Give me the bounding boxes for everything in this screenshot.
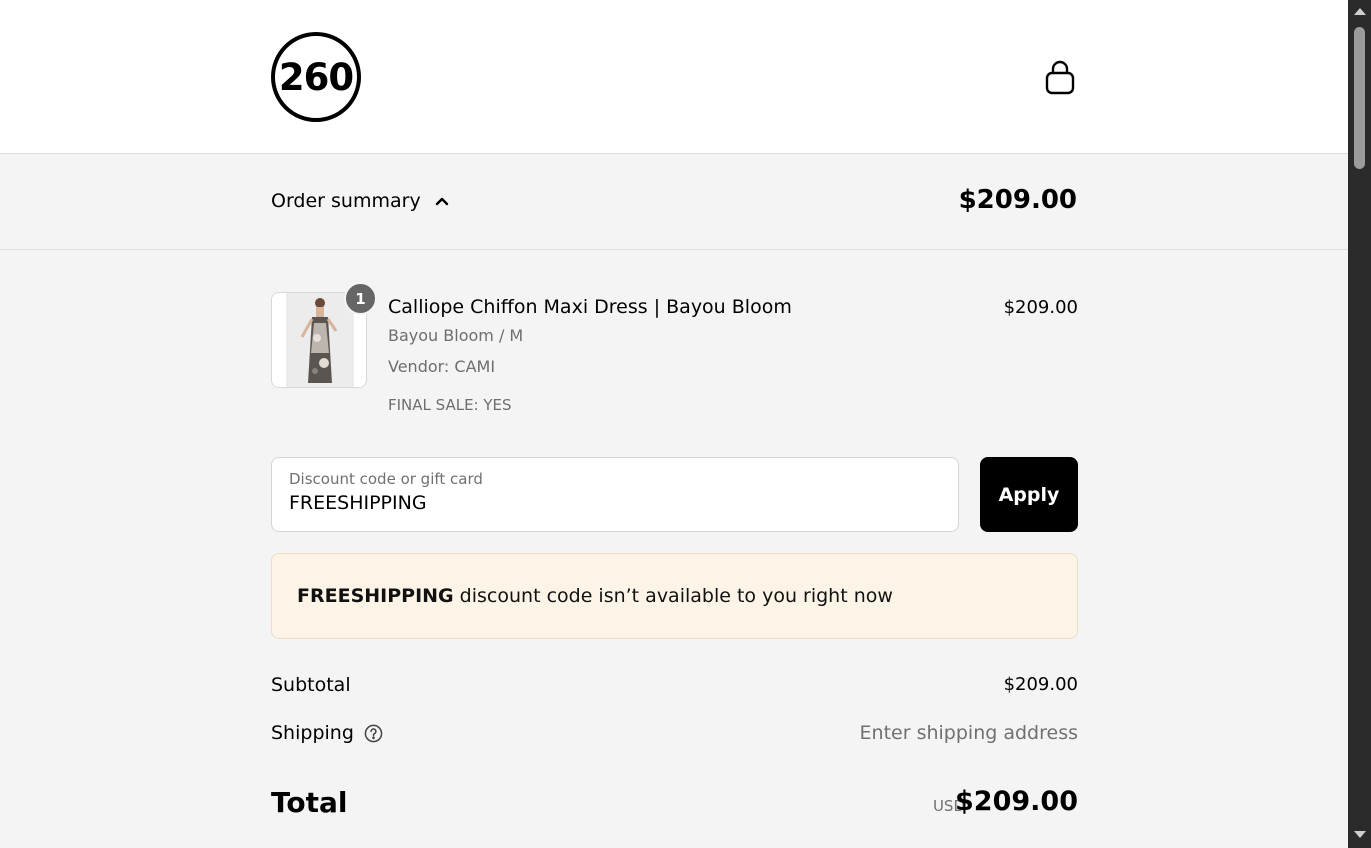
subtotal-value: $209.00 bbox=[1003, 674, 1078, 695]
shipping-label: Shipping bbox=[271, 722, 383, 744]
apply-discount-button[interactable]: Apply bbox=[980, 457, 1078, 532]
subtotal-label: Subtotal bbox=[271, 674, 351, 696]
product-vendor: Vendor: CAMI bbox=[388, 357, 496, 376]
scrollbar-thumb[interactable] bbox=[1354, 27, 1365, 169]
line-item: 1 Calliope Chiffon Maxi Dress | Bayou Bl… bbox=[271, 282, 1078, 422]
vertical-scrollbar[interactable] bbox=[1348, 0, 1371, 848]
order-summary-panel: 1 Calliope Chiffon Maxi Dress | Bayou Bl… bbox=[0, 250, 1348, 848]
order-summary-bar: Order summary $209.00 bbox=[0, 154, 1348, 250]
store-logo[interactable]: 260 bbox=[271, 32, 361, 122]
shipping-label-text: Shipping bbox=[271, 722, 354, 744]
discount-error-notice: FREESHIPPING discount code isn’t availab… bbox=[271, 553, 1078, 639]
product-name: Calliope Chiffon Maxi Dress | Bayou Bloo… bbox=[388, 296, 792, 318]
quantity-badge: 1 bbox=[344, 282, 377, 315]
discount-code-input[interactable] bbox=[289, 492, 939, 514]
scroll-down-arrow-icon[interactable] bbox=[1354, 831, 1366, 838]
question-circle-icon[interactable] bbox=[364, 724, 383, 743]
total-label: Total bbox=[271, 786, 348, 819]
discount-field-label: Discount code or gift card bbox=[289, 470, 483, 488]
product-price: $209.00 bbox=[1003, 297, 1078, 318]
site-header: 260 bbox=[0, 0, 1348, 154]
chevron-up-icon bbox=[435, 197, 448, 206]
order-summary-total: $209.00 bbox=[958, 185, 1077, 215]
shipping-value: Enter shipping address bbox=[859, 722, 1078, 744]
product-final-sale: FINAL SALE: YES bbox=[388, 396, 512, 414]
order-summary-toggle[interactable]: Order summary bbox=[271, 190, 451, 212]
order-summary-label: Order summary bbox=[271, 190, 421, 212]
notice-message: discount code isn’t available to you rig… bbox=[453, 585, 893, 607]
total-amount: $209.00 bbox=[955, 786, 1078, 817]
logo-text: 260 bbox=[278, 55, 354, 99]
notice-code: FREESHIPPING bbox=[297, 585, 454, 607]
scroll-up-arrow-icon[interactable] bbox=[1354, 8, 1366, 15]
subtotal-label-text: Subtotal bbox=[271, 674, 351, 696]
discount-field[interactable]: Discount code or gift card bbox=[271, 457, 959, 532]
notice-text: FREESHIPPING discount code isn’t availab… bbox=[297, 585, 893, 607]
shopping-bag-icon[interactable] bbox=[1043, 60, 1077, 96]
product-variant: Bayou Bloom / M bbox=[388, 326, 524, 345]
